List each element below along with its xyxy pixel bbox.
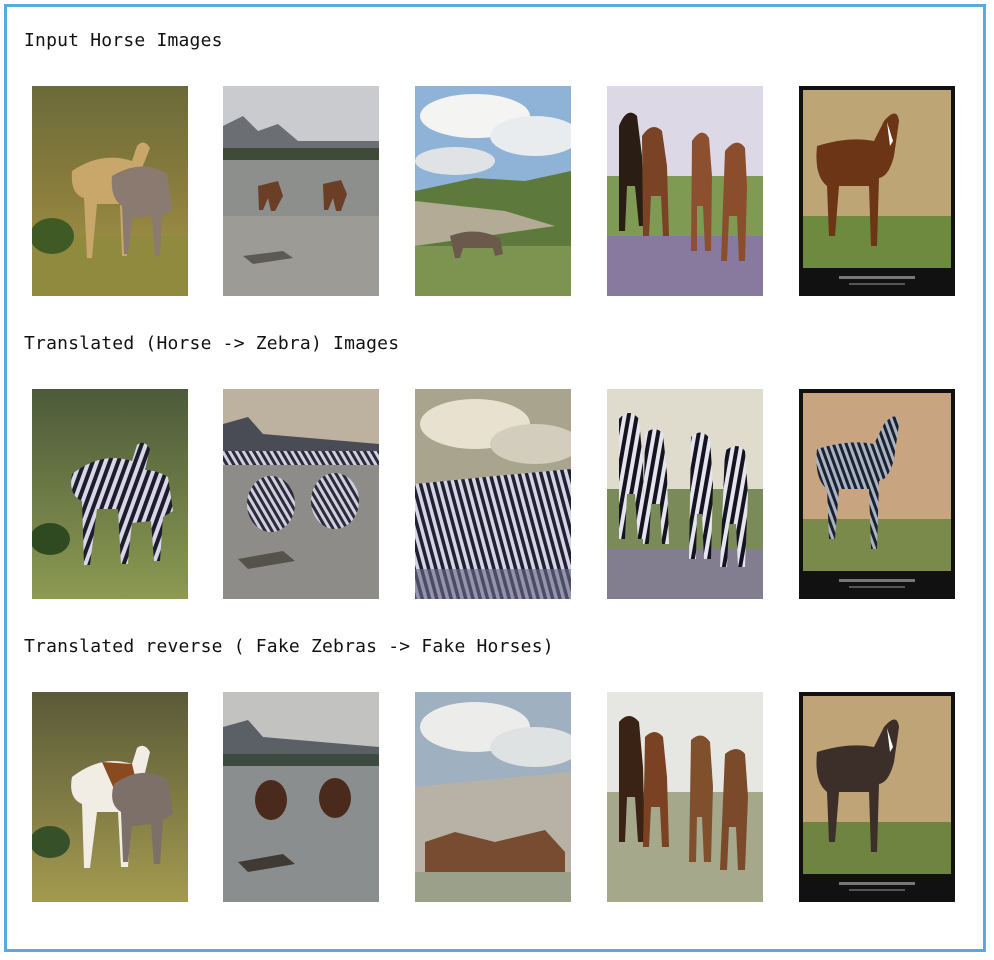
input-image-3 [415,86,571,296]
reverse-image-1 [32,692,188,902]
row-title-horse-to-zebra: Translated (Horse -> Zebra) Images [24,333,400,354]
zebra-image-5 [799,389,955,599]
row-title-input: Input Horse Images [24,30,223,51]
reverse-image-3 [415,692,571,902]
input-image-4 [607,86,763,296]
zebra-image-3 [415,389,571,599]
reverse-image-5 [799,692,955,902]
input-image-5 [799,86,955,296]
zebra-image-1 [32,389,188,599]
zebra-image-2 [223,389,379,599]
reverse-image-2 [223,692,379,902]
input-image-1 [32,86,188,296]
zebra-image-4 [607,389,763,599]
row-title-reverse: Translated reverse ( Fake Zebras -> Fake… [24,636,554,657]
input-image-2 [223,86,379,296]
reverse-image-4 [607,692,763,902]
